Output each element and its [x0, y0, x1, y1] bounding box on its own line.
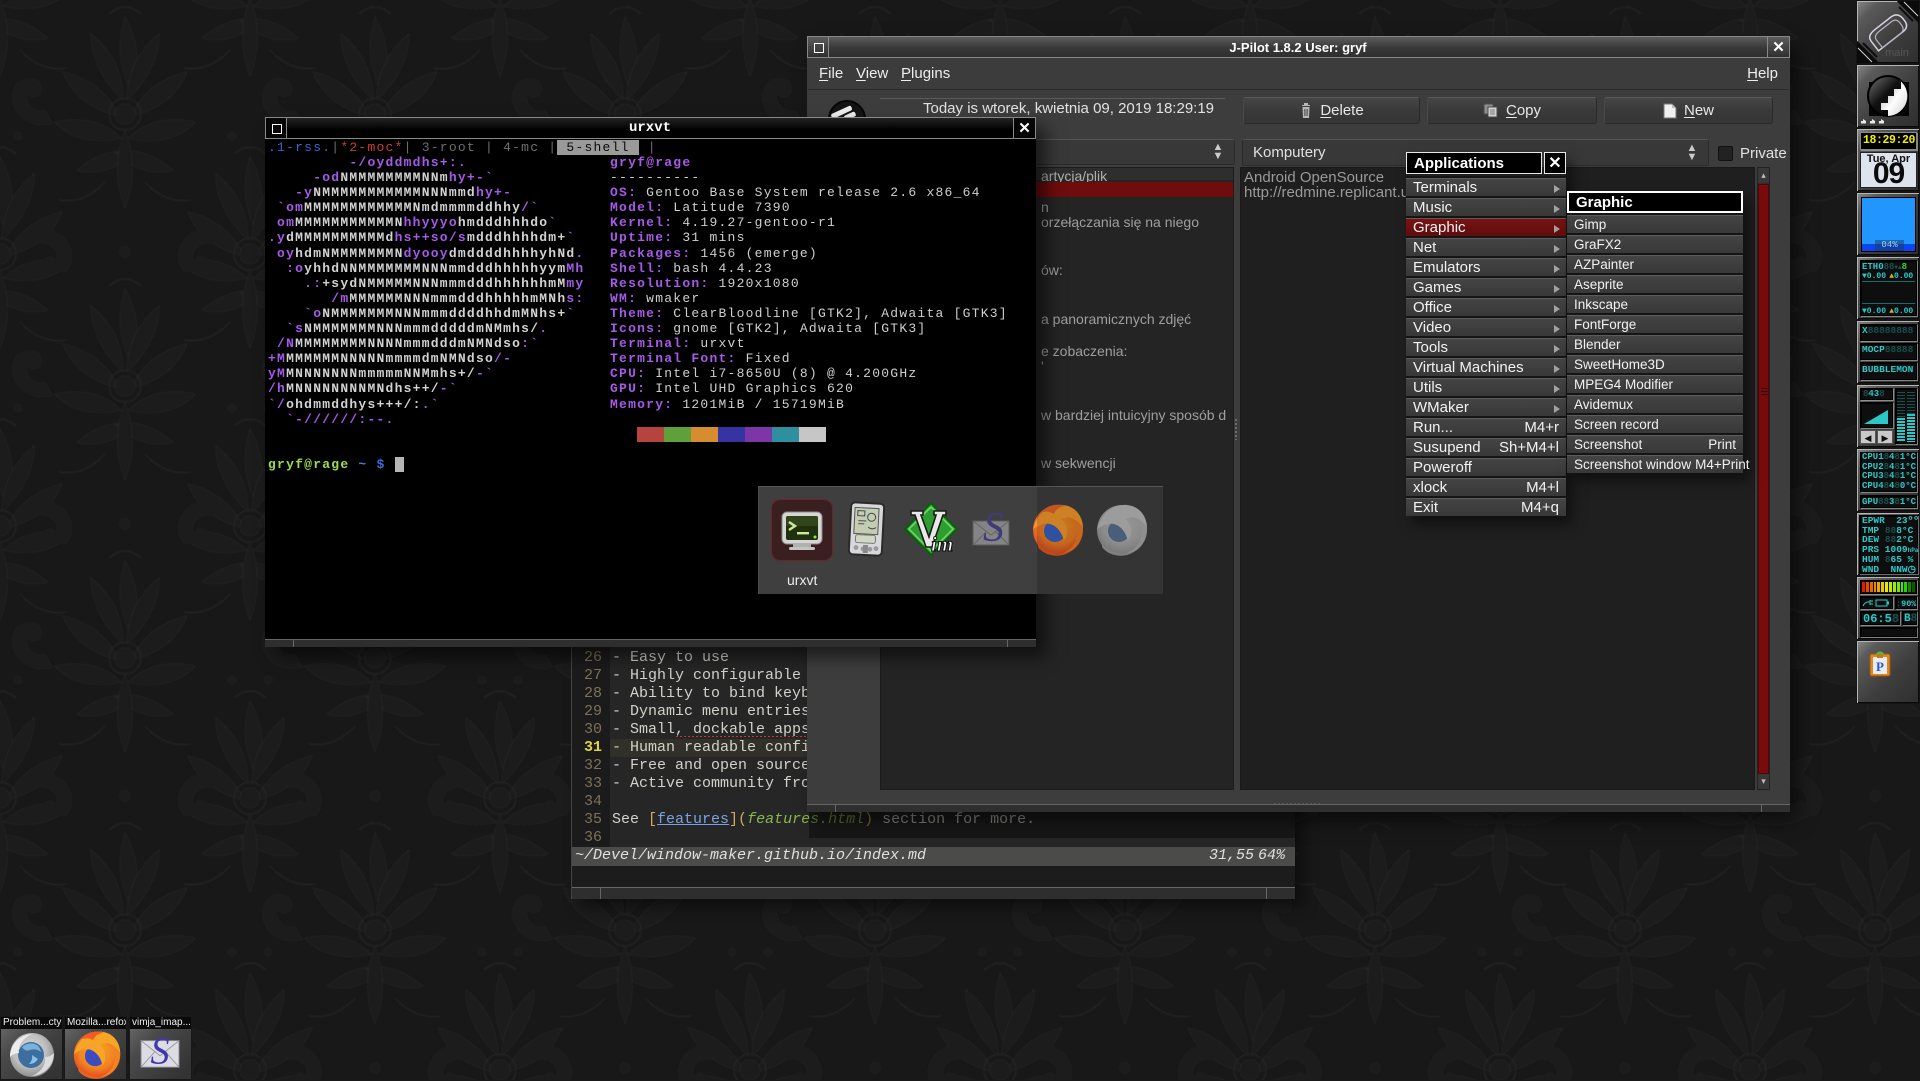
svg-text:main: main	[1885, 47, 1909, 59]
svg-text:S: S	[983, 505, 1004, 551]
svg-text:S: S	[151, 1033, 170, 1071]
svg-text:P: P	[1876, 659, 1884, 674]
svg-text:im: im	[931, 532, 953, 556]
